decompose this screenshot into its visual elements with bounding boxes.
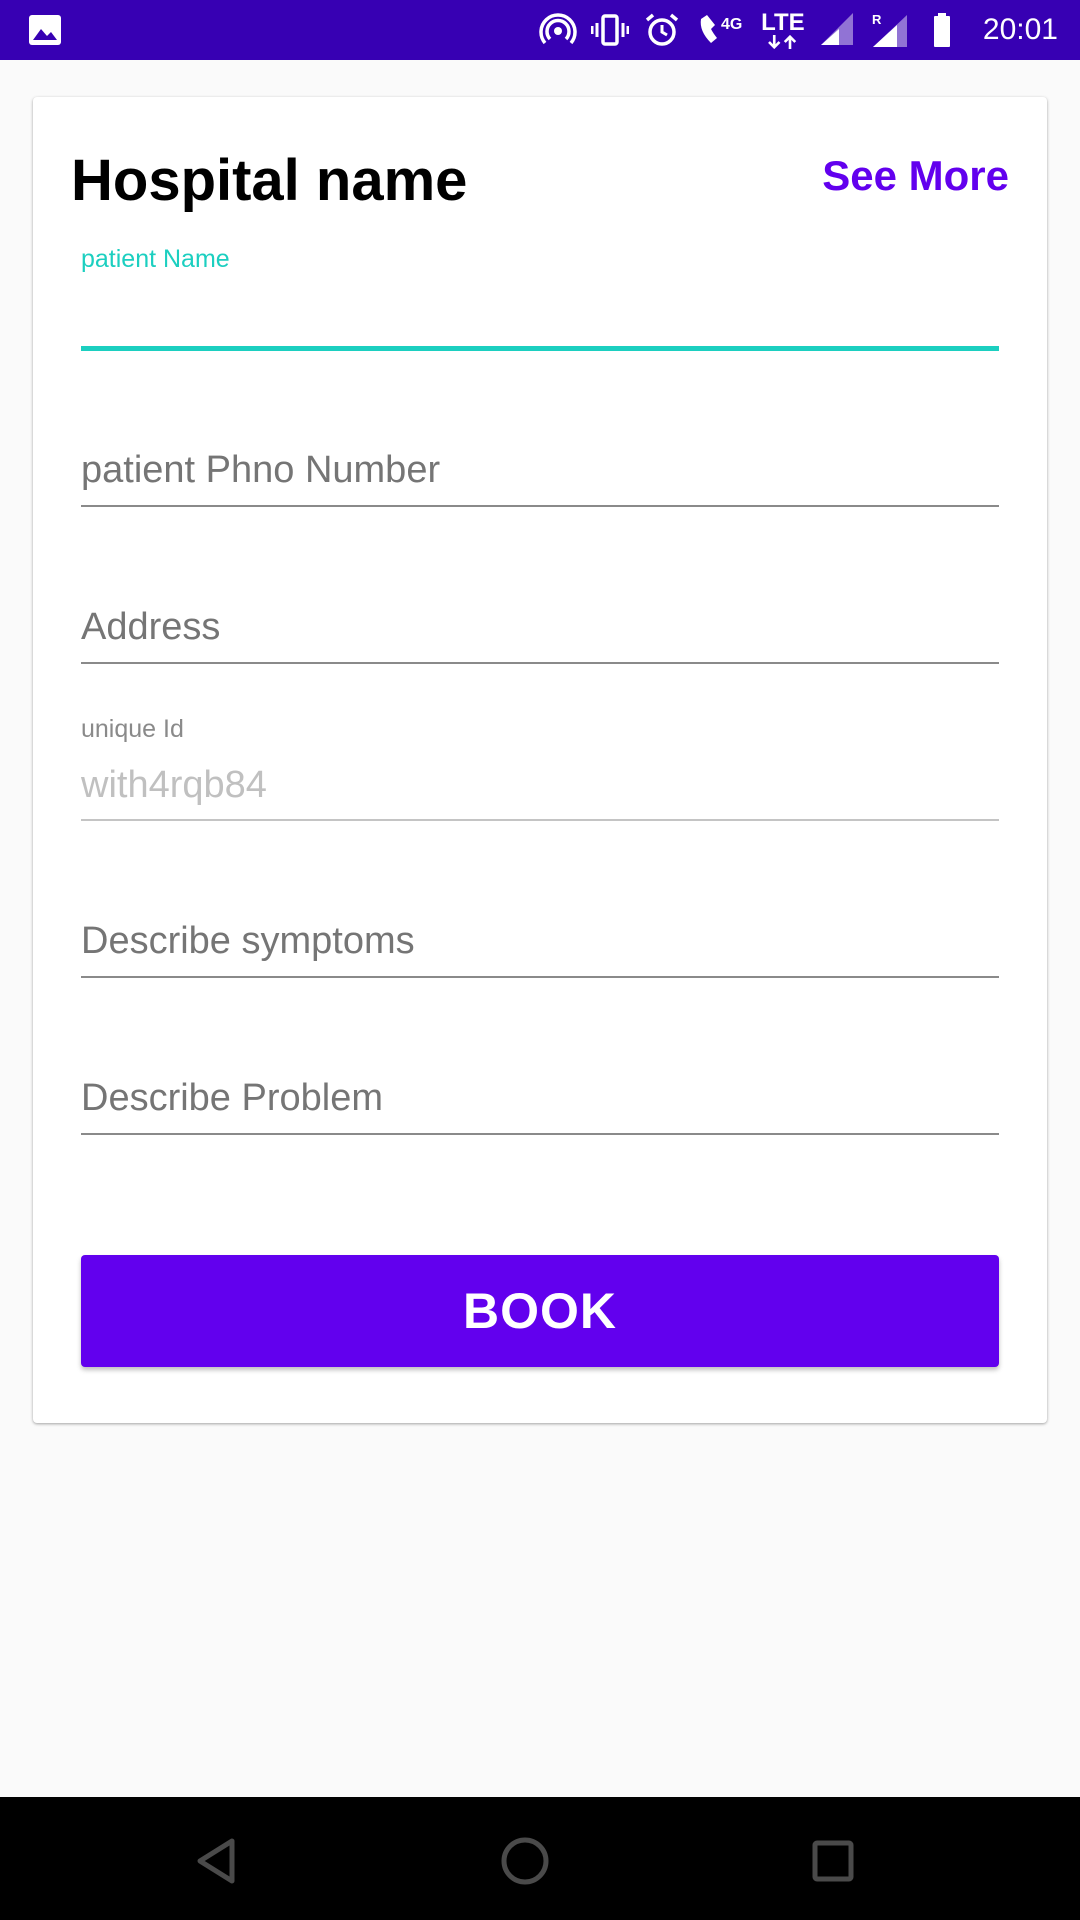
unique-id-input (81, 757, 999, 813)
patient-phone-input[interactable] (81, 442, 999, 498)
hotspot-icon (539, 11, 577, 49)
hospital-name-title: Hospital name (71, 148, 468, 213)
recents-icon[interactable] (805, 1833, 861, 1889)
patient-name-field[interactable]: patient Name (81, 245, 999, 355)
address-field[interactable] (81, 599, 999, 669)
roaming-label: R (872, 12, 882, 27)
problem-input[interactable] (81, 1070, 999, 1126)
alarm-icon (643, 11, 681, 49)
network-4g-label: 4G (721, 16, 742, 33)
signal-roaming-icon: R (871, 11, 909, 49)
patient-name-input[interactable] (81, 287, 999, 337)
unique-id-field: unique Id (81, 715, 999, 825)
address-input[interactable] (81, 599, 999, 655)
symptoms-input[interactable] (81, 913, 999, 969)
address-underline (81, 662, 999, 664)
battery-icon (923, 11, 961, 49)
image-icon (28, 14, 62, 46)
unique-id-label: unique Id (81, 715, 184, 743)
clock: 20:01 (982, 13, 1058, 46)
unique-id-underline (81, 819, 999, 821)
vibrate-icon (590, 11, 629, 49)
back-icon[interactable] (190, 1833, 246, 1889)
booking-card: Hospital name See More patient Name uniq… (33, 97, 1047, 1423)
status-icons: 4G LTE R 20:01 (539, 0, 1058, 60)
patient-name-underline (81, 346, 999, 351)
home-icon[interactable] (497, 1833, 553, 1889)
problem-field[interactable] (81, 1070, 999, 1140)
problem-underline (81, 1133, 999, 1135)
book-button[interactable]: BOOK (81, 1255, 999, 1367)
signal-icon (819, 11, 857, 49)
wifi-call-icon: 4G (695, 11, 747, 49)
see-more-link[interactable]: See More (822, 152, 1009, 200)
symptoms-field[interactable] (81, 913, 999, 983)
navigation-bar (0, 1797, 1080, 1920)
patient-name-label: patient Name (81, 245, 230, 273)
symptoms-underline (81, 976, 999, 978)
status-bar: 4G LTE R 20:01 (0, 0, 1080, 60)
patient-phone-field[interactable] (81, 442, 999, 512)
lte-indicator: LTE (761, 11, 805, 49)
lte-label: LTE (761, 9, 805, 36)
patient-phone-underline (81, 505, 999, 507)
